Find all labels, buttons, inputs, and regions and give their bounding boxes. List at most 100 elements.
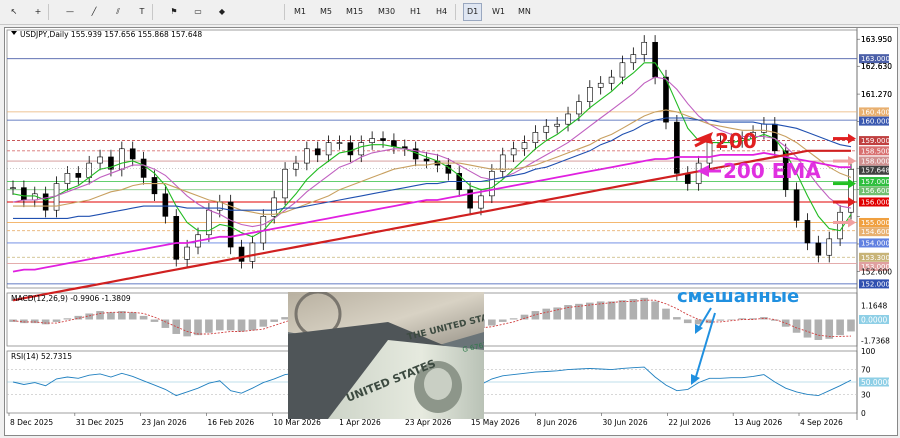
candle — [837, 211, 843, 240]
timeframe-w1[interactable]: W1 — [489, 4, 508, 20]
macd-histogram-bar — [128, 312, 137, 320]
crosshair-icon[interactable]: + — [30, 4, 46, 20]
candle — [151, 177, 158, 195]
macd-histogram-bar — [531, 311, 540, 320]
timeframe-h1[interactable]: H1 — [407, 4, 424, 20]
candle — [369, 138, 375, 143]
candle — [358, 142, 365, 156]
candle — [576, 101, 582, 115]
macd-histogram-bar — [488, 319, 496, 326]
timeframe-m1[interactable]: M1 — [291, 4, 309, 20]
price-level-tag-label: 153.300 — [861, 254, 890, 262]
channel-icon[interactable]: ⫽ — [110, 4, 126, 20]
candle — [684, 173, 691, 184]
macd-histogram-bar — [683, 319, 692, 324]
candle — [423, 158, 430, 162]
date-label: 15 May 2026 — [471, 418, 520, 427]
candle — [467, 189, 473, 209]
candle — [630, 54, 637, 64]
macd-histogram-bar — [792, 319, 801, 333]
toolbar-separator — [455, 4, 456, 20]
macd-histogram-bar — [150, 319, 159, 322]
macd-histogram-bar — [509, 318, 518, 320]
price-tick-label: 162.630 — [861, 62, 892, 71]
candle — [793, 189, 800, 221]
macd-histogram-bar — [41, 319, 50, 325]
price-tick-label: 152.600 — [861, 268, 892, 277]
blue-arrow-shaft — [698, 307, 712, 329]
macd-histogram-bar — [248, 319, 257, 331]
red-arrow-icon — [848, 133, 856, 144]
timeframe-d1[interactable]: D1 — [463, 3, 483, 21]
macd-histogram-bar — [836, 319, 844, 336]
price-level-tag-label: 156.000 — [861, 199, 890, 207]
macd-histogram-bar — [183, 319, 191, 337]
candle — [391, 140, 397, 148]
candle — [565, 113, 571, 125]
text-icon[interactable]: T — [134, 4, 150, 20]
candle — [129, 148, 136, 160]
candle — [314, 148, 321, 156]
candle — [119, 148, 125, 170]
candle — [21, 187, 27, 201]
date-label: 23 Apr 2026 — [405, 418, 452, 427]
date-label: 16 Feb 2026 — [208, 418, 255, 427]
price-level-tag-label: 158.500 — [861, 147, 890, 155]
toolbar: ↖ + — ╱ ⫽ T ⚑ ▭ ◆ M1 M5 M15 M30 H1 H4 D1 W1 MN — [0, 0, 900, 25]
macd-histogram-bar — [596, 301, 605, 320]
candle — [554, 123, 560, 127]
price-level-tag-label: 160.000 — [861, 118, 890, 126]
candle — [227, 201, 234, 248]
macd-histogram-bar — [259, 319, 268, 327]
candle — [238, 246, 245, 262]
candle — [97, 156, 103, 164]
rect-icon[interactable]: ▭ — [190, 4, 206, 20]
blue-arrow-icon — [695, 324, 703, 334]
macd-histogram-bar — [607, 301, 616, 320]
macd-histogram-bar — [237, 319, 246, 332]
timeframe-m5[interactable]: M5 — [317, 4, 335, 20]
macd-histogram-bar — [205, 319, 213, 333]
price-tick-label: 161.270 — [861, 90, 892, 99]
hline-icon[interactable]: — — [62, 4, 78, 20]
pink-arrow-icon — [848, 217, 856, 228]
trendline-icon[interactable]: ╱ — [86, 4, 102, 20]
candle — [304, 148, 310, 164]
date-label: 8 Dec 2025 — [10, 418, 53, 427]
cursor-icon[interactable]: ↖ — [6, 4, 22, 20]
macd-tick-label: -1.7368 — [861, 336, 890, 345]
label-icon[interactable]: ⚑ — [166, 4, 182, 20]
macd-histogram-bar — [270, 319, 279, 322]
mixed-annotation: смешанные — [677, 286, 799, 307]
candle — [619, 62, 626, 78]
macd-histogram-bar — [194, 319, 202, 336]
shapes-icon[interactable]: ◆ — [214, 4, 230, 20]
price-level-tag-label: 158.000 — [861, 158, 890, 166]
candle — [162, 193, 169, 217]
candle — [184, 246, 190, 260]
candle — [173, 216, 180, 260]
candle — [325, 142, 332, 156]
timeframe-m15[interactable]: M15 — [343, 4, 366, 20]
macd-histogram-bar — [553, 307, 561, 320]
timeframe-m30[interactable]: M30 — [375, 4, 398, 20]
candle — [804, 220, 811, 244]
candle — [641, 41, 648, 55]
timeframe-h4[interactable]: H4 — [433, 4, 450, 20]
date-label: 30 Jun 2026 — [603, 418, 648, 427]
timeframe-mn[interactable]: MN — [515, 4, 534, 20]
price-tick-label: 163.950 — [861, 35, 892, 44]
price-level-tag-label: 160.400 — [861, 108, 890, 116]
date-label: 23 Jan 2026 — [142, 418, 187, 427]
toolbar-separator — [284, 4, 285, 20]
candle — [75, 173, 82, 178]
candle — [826, 238, 833, 256]
candle — [64, 173, 71, 184]
macd-histogram-bar — [63, 318, 72, 320]
macd-histogram-bar — [107, 312, 115, 320]
date-label: 1 Apr 2026 — [339, 418, 381, 427]
price-level-tag-label: 157.000 — [861, 178, 890, 186]
candle — [489, 170, 495, 197]
candle — [587, 87, 593, 102]
ma200-annotation: 200 — [715, 129, 757, 153]
